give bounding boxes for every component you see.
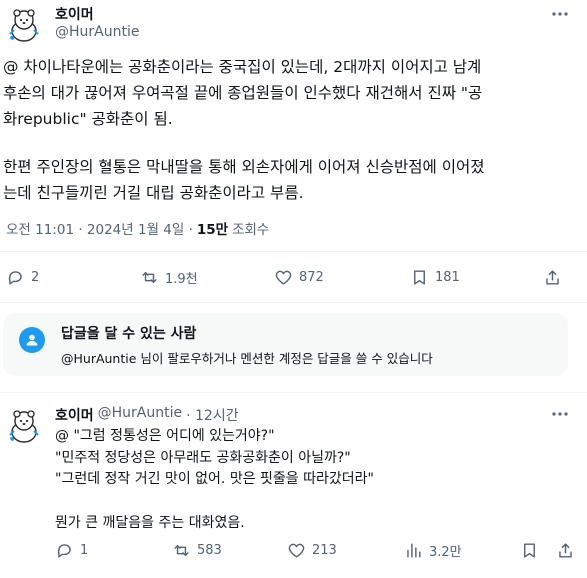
reply-like-button[interactable]: 213 bbox=[287, 541, 337, 560]
reply-author-handle[interactable]: @HurAuntie bbox=[98, 405, 182, 425]
like-button[interactable]: 872 bbox=[274, 268, 324, 287]
tweet-meta: 오전 11:01 · 2024년 1월 4일 · 15만 조회수 bbox=[6, 218, 269, 238]
reply-icon bbox=[57, 544, 71, 558]
reply-time[interactable]: · 12시간 bbox=[186, 405, 238, 425]
reply-line: "민주적 정당성은 아무래도 공화공화춘이 아닐까?" bbox=[55, 449, 351, 466]
notice-body: @HurAuntie 님이 팔로우하거나 멘션한 계정은 답글을 쓸 수 있습니… bbox=[61, 351, 433, 366]
author-handle[interactable]: @HurAuntie bbox=[55, 24, 139, 40]
reply-line: @ "그럼 정통성은 어디에 있는거야?" bbox=[55, 428, 275, 444]
reply-views-button[interactable]: 3.2만 bbox=[404, 541, 462, 560]
reply-avatar[interactable] bbox=[4, 405, 44, 445]
divider bbox=[0, 302, 587, 303]
reply-repost-button[interactable]: 583 bbox=[172, 541, 222, 560]
divider bbox=[0, 251, 587, 252]
more-button[interactable] bbox=[550, 4, 570, 24]
like-count: 872 bbox=[299, 270, 324, 285]
bookmark-icon bbox=[524, 543, 535, 558]
views-label: 조회수 bbox=[232, 222, 270, 238]
reply-count: 2 bbox=[31, 270, 40, 285]
reply-button[interactable]: 2 bbox=[6, 268, 39, 287]
reply-line: 뭔가 큰 깨달음을 주는 대화였음. bbox=[55, 514, 245, 531]
share-icon bbox=[559, 543, 572, 558]
reply-views-count: 3.2만 bbox=[429, 545, 462, 560]
repost-button[interactable]: 1.9천 bbox=[140, 268, 198, 287]
tweet-paragraph-2: 한편 주인장의 혈통은 막내딸을 통해 외손자에게 이어져 신승반점에 이어졌 … bbox=[3, 158, 485, 202]
reply-reply-count: 1 bbox=[80, 543, 89, 558]
tweet-timestamp[interactable]: 오전 11:01 · 2024년 1월 4일 · bbox=[6, 218, 193, 238]
reply-reply-button[interactable]: 1 bbox=[55, 541, 88, 560]
reply-line: "그런데 정작 거긴 맛이 없어. 맛은 핏줄을 따라갔더라" bbox=[55, 471, 374, 488]
share-button[interactable] bbox=[543, 268, 562, 287]
views-count: 15만 bbox=[196, 222, 229, 238]
reply-repost-count: 583 bbox=[197, 543, 222, 558]
bookmark-button[interactable]: 181 bbox=[410, 268, 460, 287]
avatar-bear-icon bbox=[4, 4, 44, 44]
avatar[interactable] bbox=[4, 4, 44, 44]
notice-title: 답글을 달 수 있는 사람 bbox=[61, 326, 197, 342]
reply-header: 호이머 @HurAuntie · 12시간 bbox=[55, 405, 239, 425]
reply-restriction-notice: 답글을 달 수 있는 사람 @HurAuntie 님이 팔로우하거나 멘션한 계… bbox=[3, 313, 568, 376]
reply-share-button[interactable] bbox=[556, 541, 575, 560]
views-icon bbox=[407, 543, 421, 558]
like-icon bbox=[275, 270, 292, 285]
tweet-text: @ 차이나타운에는 공화춘이라는 중국집이 있는데, 2대까지 이어지고 남계 … bbox=[3, 54, 573, 206]
more-icon bbox=[552, 412, 568, 416]
repost-icon bbox=[174, 545, 189, 556]
divider bbox=[0, 392, 587, 393]
avatar-bear-icon bbox=[4, 405, 44, 445]
more-icon bbox=[552, 12, 568, 16]
bookmark-count: 181 bbox=[435, 270, 460, 285]
repost-icon bbox=[142, 272, 157, 283]
people-icon bbox=[19, 327, 45, 353]
author-name[interactable]: 호이머 bbox=[55, 4, 94, 24]
reply-line bbox=[55, 491, 575, 513]
reply-more-button[interactable] bbox=[550, 404, 570, 424]
reply-text: @ "그럼 정통성은 어디에 있는거야?" "민주적 정당성은 아무래도 공화공… bbox=[55, 426, 575, 534]
reply-bookmark-button[interactable] bbox=[520, 541, 539, 560]
like-icon bbox=[288, 543, 305, 558]
tweet-paragraph-1: @ 차이나타운에는 공화춘이라는 중국집이 있는데, 2대까지 이어지고 남계 … bbox=[3, 58, 483, 128]
repost-count: 1.9천 bbox=[165, 272, 198, 287]
reply-author-name[interactable]: 호이머 bbox=[55, 405, 94, 425]
share-icon bbox=[546, 270, 559, 285]
reply-like-count: 213 bbox=[312, 543, 337, 558]
bookmark-icon bbox=[414, 270, 425, 285]
reply-icon bbox=[8, 271, 22, 285]
